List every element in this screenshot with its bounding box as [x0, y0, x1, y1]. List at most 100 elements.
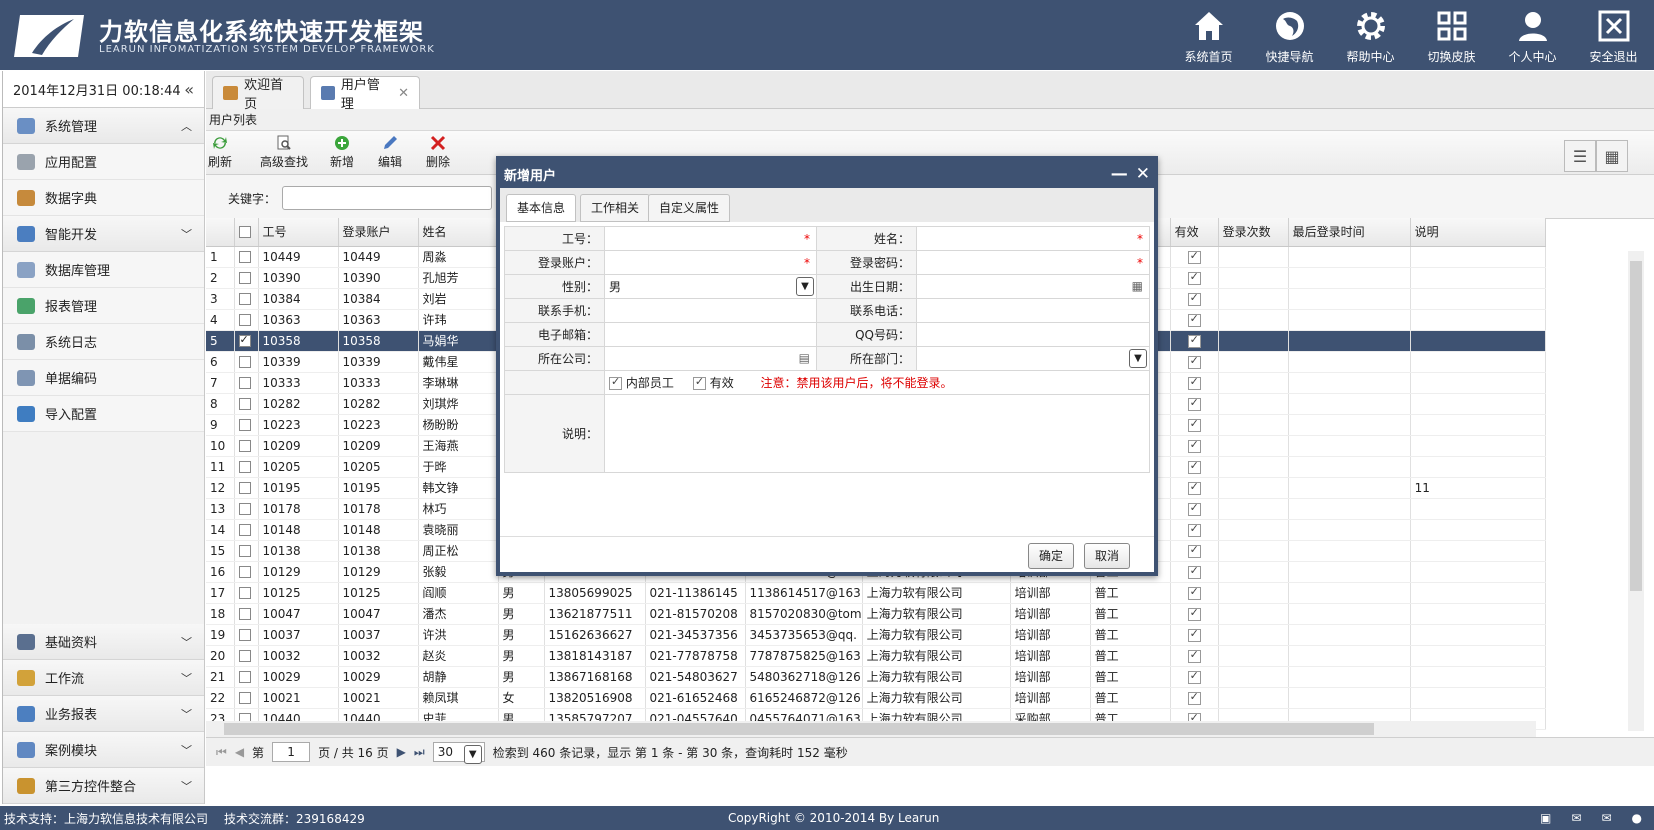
row-checkbox[interactable] — [234, 687, 259, 709]
row-checkbox[interactable] — [234, 372, 259, 394]
page-input[interactable]: 1 — [272, 742, 311, 762]
edit-button[interactable]: 编辑 — [378, 135, 402, 170]
remark-textarea[interactable] — [604, 394, 1150, 473]
row-checkbox[interactable] — [234, 645, 259, 667]
sidebar-item-code[interactable]: 单据编码 — [3, 360, 204, 396]
phone-input[interactable] — [916, 298, 1150, 323]
sidebar-group-dev[interactable]: 智能开发 ﹀ — [3, 216, 204, 252]
table-row[interactable]: 17 10125 10125 阎顺男 13805699025 021-11386145 11… — [206, 582, 1546, 604]
password-input[interactable]: * — [916, 250, 1150, 275]
sidebar-item-app-config[interactable]: 应用配置 — [3, 144, 204, 180]
close-icon[interactable]: ✕ — [1136, 164, 1150, 184]
collapse-sidebar-icon[interactable]: « — [184, 80, 194, 99]
row-checkbox[interactable] — [234, 414, 259, 436]
user-icon[interactable]: ● — [1632, 811, 1642, 825]
email-input[interactable] — [604, 322, 817, 347]
next-page-icon[interactable]: ▶ — [397, 745, 406, 759]
close-tab-icon[interactable]: ✕ — [398, 86, 409, 101]
row-checkbox[interactable] — [234, 267, 259, 289]
add-button[interactable]: 新增 — [330, 135, 354, 170]
row-checkbox[interactable] — [234, 519, 259, 541]
refresh-button[interactable]: 刷新 — [208, 135, 232, 170]
keyword-input[interactable] — [282, 186, 492, 210]
row-checkbox[interactable] — [234, 330, 259, 352]
row-checkbox[interactable] — [234, 288, 259, 310]
vertical-scrollbar[interactable] — [1628, 251, 1644, 731]
sidebar-group-system[interactable]: 系统管理 ︿ — [3, 108, 204, 144]
cancel-button[interactable]: 取消 — [1083, 543, 1130, 569]
row-checkbox[interactable] — [234, 582, 259, 604]
sidebar-item-report[interactable]: 报表管理 — [3, 288, 204, 324]
sidebar-item-import[interactable]: 导入配置 — [3, 396, 204, 432]
tab-basic-info[interactable]: 基本信息 — [506, 194, 577, 222]
sidebar-group-workflow[interactable]: 工作流 ﹀ — [3, 660, 204, 696]
column-header[interactable]: 登录次数 — [1218, 218, 1289, 247]
birthday-input[interactable]: ▦ — [916, 274, 1150, 299]
sidebar-group-biz-report[interactable]: 业务报表 ﹀ — [3, 696, 204, 732]
row-checkbox[interactable] — [234, 624, 259, 646]
table-row[interactable]: 19 10037 10037 许洪男 15162636627 021-34537356 34… — [206, 624, 1546, 646]
code-input[interactable]: * — [604, 226, 817, 251]
page-size-select[interactable]: 30 ▼ — [432, 742, 485, 764]
row-checkbox[interactable] — [234, 246, 259, 268]
column-header[interactable]: 有效 — [1170, 218, 1219, 247]
confirm-button[interactable]: 确定 — [1027, 543, 1074, 569]
row-checkbox[interactable] — [234, 393, 259, 415]
department-select[interactable]: ▼ — [916, 346, 1150, 371]
tab-custom-attrs[interactable]: 自定义属性 — [648, 194, 731, 222]
mail-icon[interactable]: ✉ — [1601, 811, 1611, 825]
row-checkbox[interactable] — [234, 603, 259, 625]
nav-skin[interactable]: 切换皮肤 — [1411, 0, 1492, 70]
scroll-thumb[interactable] — [1630, 261, 1642, 591]
row-checkbox[interactable] — [234, 540, 259, 562]
nav-home[interactable]: 系统首页 — [1168, 0, 1249, 70]
nav-profile[interactable]: 个人中心 — [1492, 0, 1573, 70]
sidebar-group-thirdparty[interactable]: 第三方控件整合 ﹀ — [3, 768, 204, 804]
scroll-thumb[interactable] — [224, 723, 1374, 735]
column-header[interactable]: 姓名 — [418, 218, 499, 247]
sidebar-item-database[interactable]: 数据库管理 — [3, 252, 204, 288]
delete-button[interactable]: 删除 — [426, 135, 450, 170]
prev-page-icon[interactable]: ◀ — [235, 745, 244, 759]
account-input[interactable]: * — [604, 250, 817, 275]
table-row[interactable]: 18 10047 10047 潘杰男 13621877511 021-81570208 81… — [206, 603, 1546, 625]
table-row[interactable]: 21 10029 10029 胡静男 13867168168 021-54803627 54… — [206, 666, 1546, 688]
sidebar-item-log[interactable]: 系统日志 — [3, 324, 204, 360]
list-view-icon[interactable]: ☰ — [1564, 140, 1596, 172]
table-row[interactable]: 20 10032 10032 赵炎男 13818143187 021-77878758 77… — [206, 645, 1546, 667]
calendar-icon[interactable]: ▦ — [1132, 279, 1143, 293]
sidebar-item-dictionary[interactable]: 数据字典 — [3, 180, 204, 216]
tab-welcome[interactable]: 欢迎首页 — [212, 76, 304, 112]
horizontal-scrollbar[interactable] — [206, 721, 1536, 737]
nav-quick[interactable]: 快捷导航 — [1249, 0, 1330, 70]
row-checkbox[interactable] — [234, 666, 259, 688]
column-header[interactable]: 说明 — [1410, 218, 1546, 247]
grid-view-icon[interactable]: ▦ — [1596, 140, 1628, 172]
sidebar-group-cases[interactable]: 案例模块 ﹀ — [3, 732, 204, 768]
row-checkbox[interactable] — [234, 498, 259, 520]
mobile-input[interactable] — [604, 298, 817, 323]
last-page-icon[interactable]: ⏭ — [414, 745, 425, 760]
column-header[interactable]: 最后登录时间 — [1288, 218, 1411, 247]
lookup-icon[interactable]: ▤ — [799, 351, 810, 365]
nav-logout[interactable]: 安全退出 — [1573, 0, 1654, 70]
calendar-icon[interactable]: ▣ — [1540, 811, 1551, 825]
internal-checkbox[interactable] — [609, 375, 622, 390]
row-checkbox[interactable] — [234, 561, 259, 583]
row-checkbox[interactable] — [234, 435, 259, 457]
sidebar-group-basic[interactable]: 基础资料 ﹀ — [3, 624, 204, 660]
row-checkbox[interactable] — [234, 477, 259, 499]
advanced-search-button[interactable]: 高级查找 — [260, 135, 308, 170]
company-input[interactable]: ▤ — [604, 346, 817, 371]
chat-icon[interactable]: ✉ — [1571, 811, 1581, 825]
tab-work[interactable]: 工作相关 — [580, 194, 651, 222]
name-input[interactable]: * — [916, 226, 1150, 251]
tab-user-management[interactable]: 用户管理 ✕ — [310, 76, 420, 112]
gender-select[interactable]: 男 ▼ — [604, 274, 817, 299]
row-checkbox[interactable] — [234, 351, 259, 373]
column-header[interactable]: 登录账户 — [338, 218, 419, 247]
nav-help[interactable]: 帮助中心 — [1330, 0, 1411, 70]
valid-checkbox[interactable] — [692, 375, 706, 390]
minimize-icon[interactable]: — — [1111, 164, 1128, 184]
column-header[interactable]: 工号 — [258, 218, 339, 247]
